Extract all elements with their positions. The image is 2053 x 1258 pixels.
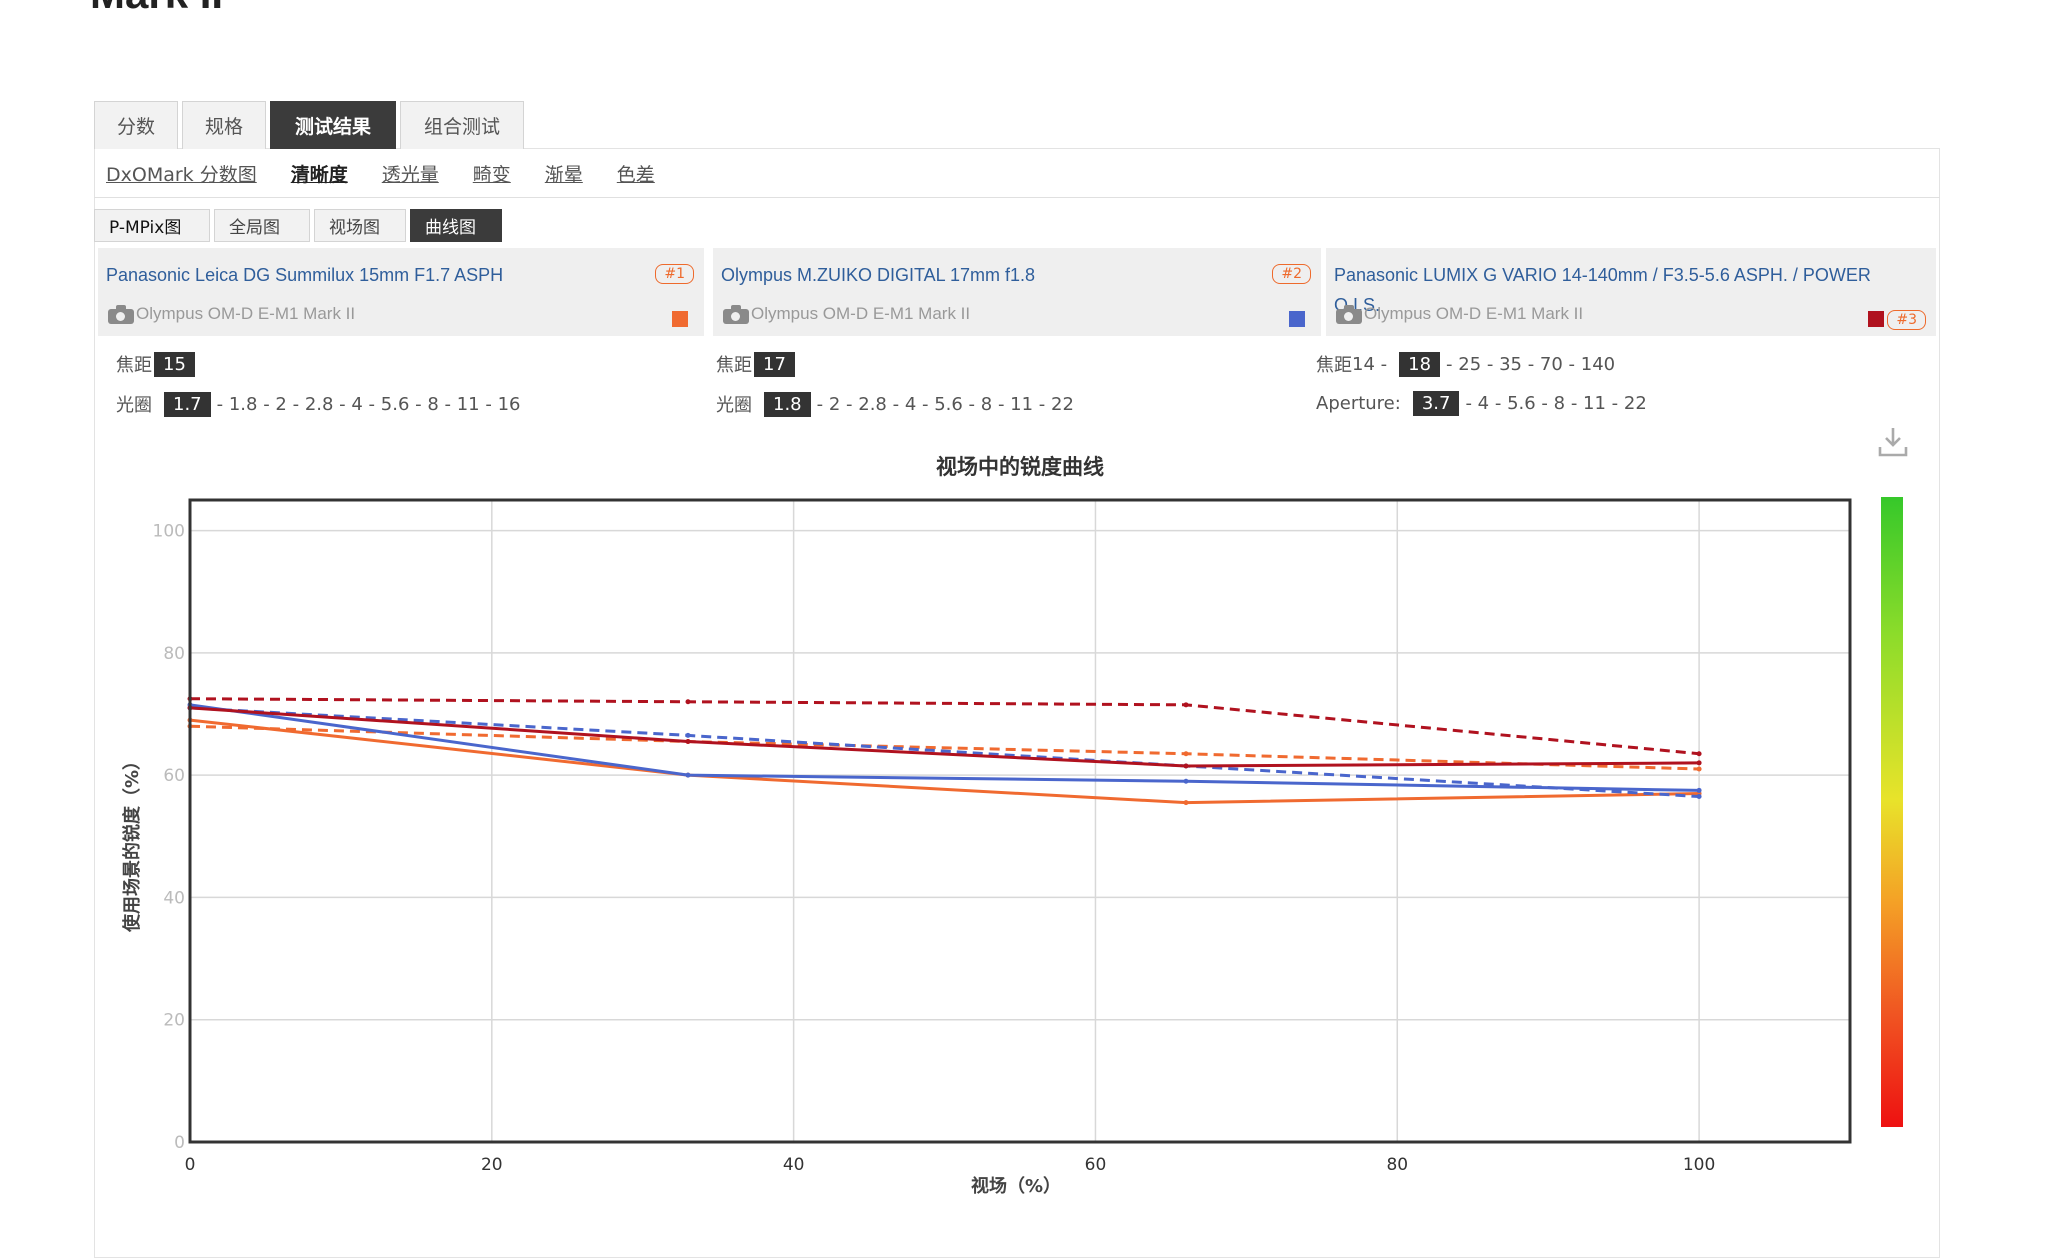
y-tick-label: 0: [174, 1133, 185, 1153]
series-point[interactable]: [685, 732, 691, 738]
x-tick-label: 20: [481, 1155, 503, 1175]
series-point[interactable]: [1696, 787, 1702, 793]
plot-frame: [188, 498, 1852, 1144]
y-axis-label: 使用场景的锐度（%）: [121, 752, 143, 933]
x-tick-label: 100: [1683, 1155, 1715, 1175]
y-tick-label: 20: [163, 1011, 185, 1031]
series-point[interactable]: [1183, 751, 1189, 757]
y-tick-label: 60: [163, 766, 185, 786]
series-point[interactable]: [1183, 778, 1189, 784]
series-point[interactable]: [685, 699, 691, 705]
series-point[interactable]: [685, 739, 691, 745]
x-tick-label: 60: [1085, 1155, 1107, 1175]
x-tick-label: 80: [1386, 1155, 1408, 1175]
series-point[interactable]: [685, 772, 691, 778]
x-tick-label: 40: [783, 1155, 805, 1175]
series-point[interactable]: [1183, 702, 1189, 708]
sharpness-chart: 视场中的锐度曲线 视场（%） 使用场景的锐度（%） 0 20 40 60 80 100 0 2…: [121, 455, 1852, 1197]
chart-title: 视场中的锐度曲线: [936, 455, 1104, 479]
x-axis-label: 视场（%）: [971, 1175, 1061, 1197]
series-point[interactable]: [1183, 763, 1189, 769]
series-point[interactable]: [1696, 760, 1702, 766]
x-tick-label: 0: [185, 1155, 196, 1175]
y-tick-label: 40: [163, 888, 185, 908]
series-point[interactable]: [1183, 800, 1189, 806]
series-point[interactable]: [1696, 794, 1702, 800]
sharpness-colorbar: [1881, 497, 1903, 1127]
series-point[interactable]: [1696, 751, 1702, 757]
series-line-lens2-dashed[interactable]: [189, 706, 1700, 799]
series-point[interactable]: [1696, 766, 1702, 772]
y-tick-label: 100: [153, 522, 185, 542]
y-tick-label: 80: [163, 644, 185, 664]
